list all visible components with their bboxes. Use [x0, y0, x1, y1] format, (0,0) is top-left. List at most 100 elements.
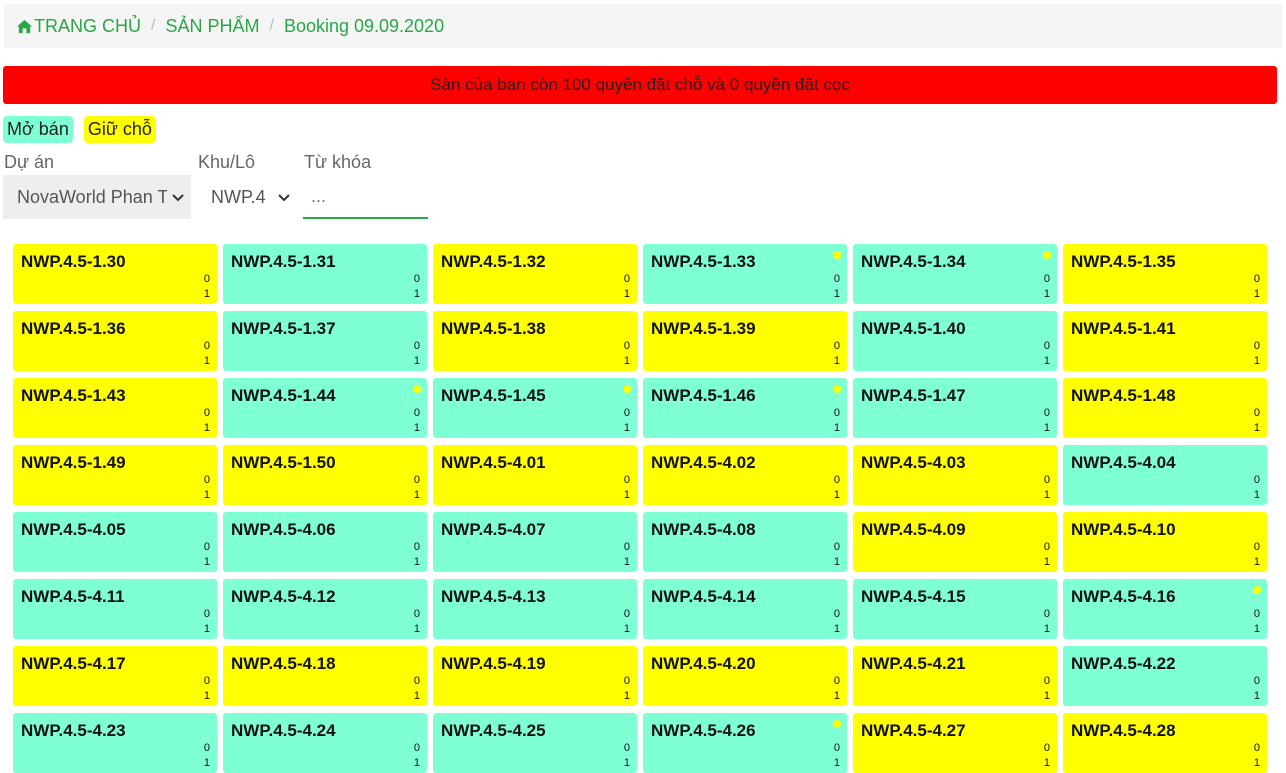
zone-select[interactable]: NWP.4: [197, 175, 297, 219]
breadcrumb-products-link[interactable]: SẢN PHẨM: [165, 16, 259, 37]
chevron-down-icon: [171, 187, 185, 207]
unit-card[interactable]: NWP.4.5-4.20 0 1: [643, 646, 847, 706]
unit-count-top: 0: [1253, 675, 1260, 687]
unit-card[interactable]: NWP.4.5-1.50 0 1: [223, 445, 427, 505]
unit-count-bottom: 1: [203, 288, 210, 300]
unit-count-bottom: 1: [413, 355, 420, 367]
unit-code: NWP.4.5-4.07: [441, 520, 546, 539]
status-dot-icon: [833, 385, 841, 393]
zone-label: Khu/Lô: [198, 152, 256, 172]
unit-count-bottom: 1: [1043, 288, 1050, 300]
unit-count-bottom: 1: [833, 288, 840, 300]
unit-card[interactable]: NWP.4.5-4.13 0 1: [433, 579, 637, 639]
unit-count-bottom: 1: [413, 757, 420, 769]
unit-card[interactable]: NWP.4.5-4.14 0 1: [643, 579, 847, 639]
unit-count-bottom: 1: [1253, 355, 1260, 367]
unit-card[interactable]: NWP.4.5-4.19 0 1: [433, 646, 637, 706]
unit-card[interactable]: NWP.4.5-1.30 0 1: [13, 244, 217, 304]
unit-card[interactable]: NWP.4.5-1.40 0 1: [853, 311, 1057, 371]
unit-card[interactable]: NWP.4.5-1.44 0 1: [223, 378, 427, 438]
unit-code: NWP.4.5-4.17: [21, 654, 126, 673]
unit-count-bottom: 1: [203, 355, 210, 367]
unit-card[interactable]: NWP.4.5-1.33 0 1: [643, 244, 847, 304]
unit-card[interactable]: NWP.4.5-4.15 0 1: [853, 579, 1057, 639]
breadcrumb-home-link[interactable]: TRANG CHỦ: [16, 16, 141, 37]
unit-card[interactable]: NWP.4.5-4.26 0 1: [643, 713, 847, 773]
unit-count-top: 0: [1253, 407, 1260, 419]
unit-card[interactable]: NWP.4.5-4.05 0 1: [13, 512, 217, 572]
unit-count-top: 0: [1253, 474, 1260, 486]
unit-card[interactable]: NWP.4.5-1.43 0 1: [13, 378, 217, 438]
breadcrumb-current[interactable]: Booking 09.09.2020: [284, 16, 444, 37]
unit-count-top: 0: [1253, 340, 1260, 352]
unit-card[interactable]: NWP.4.5-4.03 0 1: [853, 445, 1057, 505]
unit-code: NWP.4.5-1.48: [1071, 386, 1176, 405]
unit-count-bottom: 1: [833, 623, 840, 635]
unit-card[interactable]: NWP.4.5-4.10 0 1: [1063, 512, 1267, 572]
unit-card[interactable]: NWP.4.5-4.18 0 1: [223, 646, 427, 706]
unit-card[interactable]: NWP.4.5-4.24 0 1: [223, 713, 427, 773]
unit-code: NWP.4.5-4.02: [651, 453, 756, 472]
unit-code: NWP.4.5-4.23: [21, 721, 126, 740]
unit-card[interactable]: NWP.4.5-1.36 0 1: [13, 311, 217, 371]
unit-card[interactable]: NWP.4.5-4.12 0 1: [223, 579, 427, 639]
unit-card[interactable]: NWP.4.5-4.04 0 1: [1063, 445, 1267, 505]
unit-card[interactable]: NWP.4.5-4.06 0 1: [223, 512, 427, 572]
unit-code: NWP.4.5-1.37: [231, 319, 336, 338]
unit-card[interactable]: NWP.4.5-1.41 0 1: [1063, 311, 1267, 371]
unit-card[interactable]: NWP.4.5-1.39 0 1: [643, 311, 847, 371]
unit-code: NWP.4.5-1.38: [441, 319, 546, 338]
unit-card[interactable]: NWP.4.5-1.45 0 1: [433, 378, 637, 438]
status-dot-icon: [623, 385, 631, 393]
unit-card[interactable]: NWP.4.5-4.11 0 1: [13, 579, 217, 639]
unit-code: NWP.4.5-4.08: [651, 520, 756, 539]
unit-code: NWP.4.5-1.49: [21, 453, 126, 472]
unit-count-top: 0: [413, 407, 420, 419]
unit-card[interactable]: NWP.4.5-1.35 0 1: [1063, 244, 1267, 304]
unit-code: NWP.4.5-4.10: [1071, 520, 1176, 539]
unit-card[interactable]: NWP.4.5-1.32 0 1: [433, 244, 637, 304]
unit-card[interactable]: NWP.4.5-4.08 0 1: [643, 512, 847, 572]
unit-card[interactable]: NWP.4.5-1.48 0 1: [1063, 378, 1267, 438]
unit-card[interactable]: NWP.4.5-4.07 0 1: [433, 512, 637, 572]
unit-card[interactable]: NWP.4.5-4.25 0 1: [433, 713, 637, 773]
unit-card[interactable]: NWP.4.5-4.21 0 1: [853, 646, 1057, 706]
unit-card[interactable]: NWP.4.5-1.37 0 1: [223, 311, 427, 371]
unit-grid: NWP.4.5-1.30 0 1 NWP.4.5-1.31 0 1 NWP.4.5-1.32…: [13, 244, 1267, 773]
unit-code: NWP.4.5-4.12: [231, 587, 336, 606]
unit-card[interactable]: NWP.4.5-4.17 0 1: [13, 646, 217, 706]
unit-count-bottom: 1: [1043, 489, 1050, 501]
unit-card[interactable]: NWP.4.5-1.38 0 1: [433, 311, 637, 371]
unit-count-top: 0: [413, 340, 420, 352]
unit-card[interactable]: NWP.4.5-4.22 0 1: [1063, 646, 1267, 706]
unit-card[interactable]: NWP.4.5-1.31 0 1: [223, 244, 427, 304]
unit-count-top: 0: [833, 742, 840, 754]
unit-card[interactable]: NWP.4.5-1.46 0 1: [643, 378, 847, 438]
unit-card[interactable]: NWP.4.5-4.09 0 1: [853, 512, 1057, 572]
unit-code: NWP.4.5-4.05: [21, 520, 126, 539]
unit-code: NWP.4.5-4.28: [1071, 721, 1176, 740]
unit-count-bottom: 1: [623, 489, 630, 501]
unit-count-bottom: 1: [1253, 489, 1260, 501]
unit-card[interactable]: NWP.4.5-4.28 0 1: [1063, 713, 1267, 773]
project-select[interactable]: NovaWorld Phan Thiết: [3, 175, 191, 219]
project-label: Dự án: [4, 152, 55, 172]
unit-code: NWP.4.5-4.16: [1071, 587, 1176, 606]
unit-count-top: 0: [413, 541, 420, 553]
unit-count-bottom: 1: [623, 288, 630, 300]
unit-card[interactable]: NWP.4.5-1.49 0 1: [13, 445, 217, 505]
unit-code: NWP.4.5-1.36: [21, 319, 126, 338]
unit-code: NWP.4.5-4.03: [861, 453, 966, 472]
unit-card[interactable]: NWP.4.5-1.34 0 1: [853, 244, 1057, 304]
keyword-input[interactable]: [303, 176, 428, 219]
unit-card[interactable]: NWP.4.5-1.47 0 1: [853, 378, 1057, 438]
unit-card[interactable]: NWP.4.5-4.16 0 1: [1063, 579, 1267, 639]
unit-count-top: 0: [623, 608, 630, 620]
status-legend: Mở bán Giữ chỗ: [3, 116, 156, 143]
unit-card[interactable]: NWP.4.5-4.01 0 1: [433, 445, 637, 505]
unit-card[interactable]: NWP.4.5-4.02 0 1: [643, 445, 847, 505]
unit-count-top: 0: [623, 675, 630, 687]
unit-count-top: 0: [203, 340, 210, 352]
unit-card[interactable]: NWP.4.5-4.23 0 1: [13, 713, 217, 773]
unit-card[interactable]: NWP.4.5-4.27 0 1: [853, 713, 1057, 773]
